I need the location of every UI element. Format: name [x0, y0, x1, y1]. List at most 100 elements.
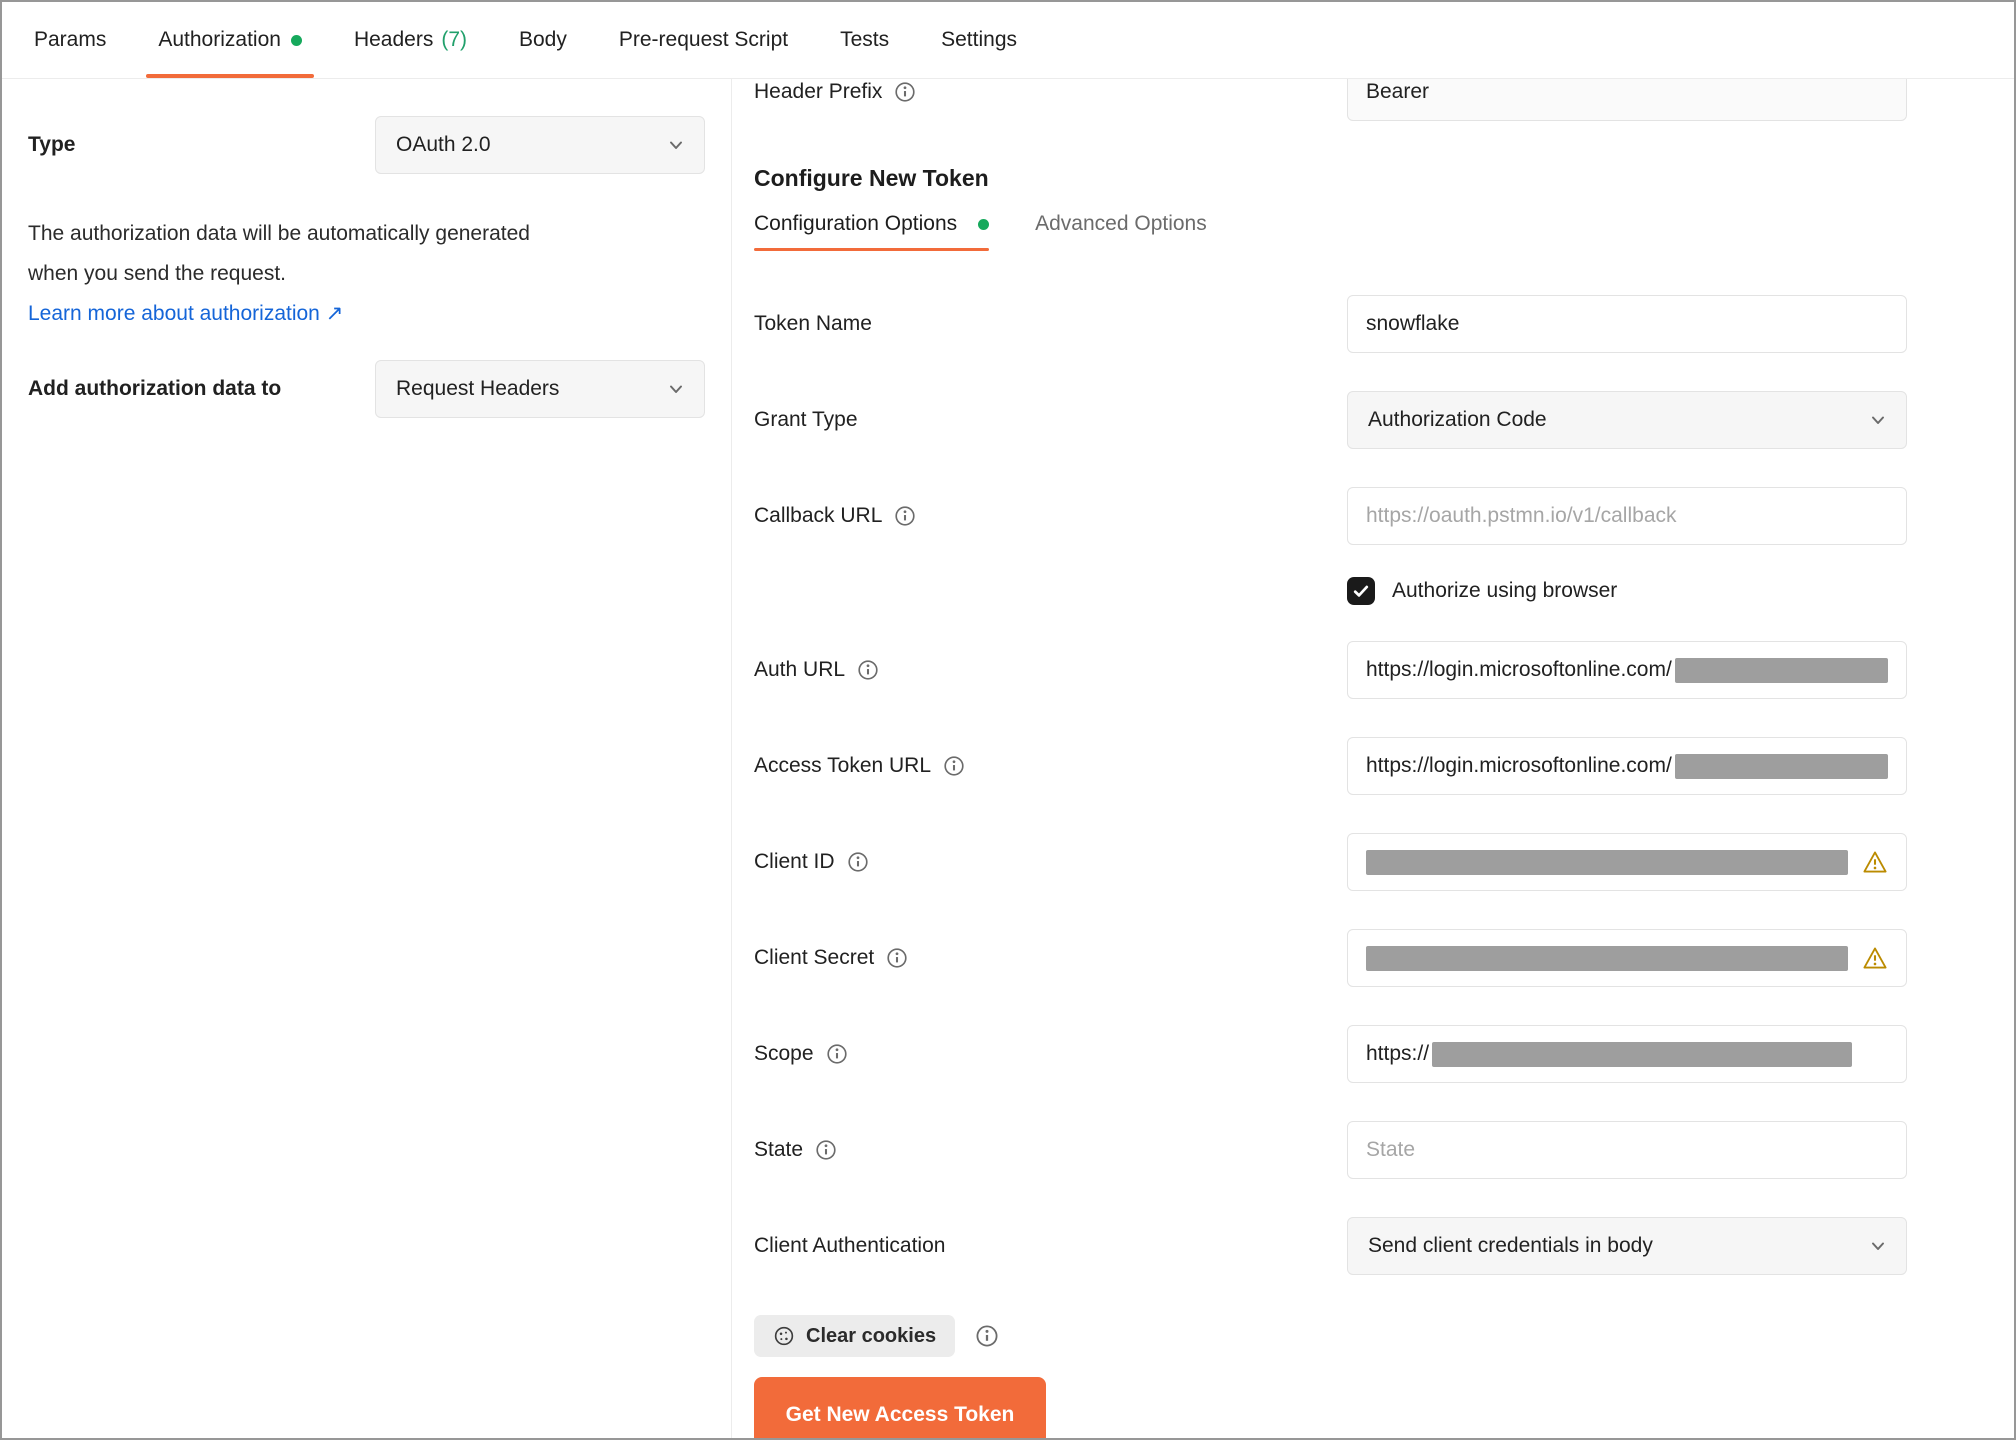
- auth-type-value: OAuth 2.0: [396, 133, 491, 156]
- tab-tests-label: Tests: [840, 28, 890, 51]
- info-icon[interactable]: [886, 947, 908, 969]
- redacted-value-bar: [1432, 1041, 1852, 1067]
- header-prefix-input[interactable]: Bearer: [1347, 79, 1907, 121]
- client-secret-input[interactable]: [1347, 929, 1907, 987]
- checkmark-icon: [1353, 585, 1369, 597]
- headers-count-badge: (7): [441, 28, 467, 51]
- client-authentication-select[interactable]: Send client credentials in body: [1347, 1217, 1907, 1275]
- auth-settings-pane: Type OAuth 2.0 The authorization data wi…: [2, 79, 732, 1438]
- learn-more-link[interactable]: Learn more about authorization: [28, 302, 320, 325]
- grant-type-select[interactable]: Authorization Code: [1347, 391, 1907, 449]
- grant-type-label: Grant Type: [754, 408, 858, 431]
- tab-configuration-options-label: Configuration Options: [754, 212, 958, 235]
- auth-description-line2: when you send the request.: [28, 262, 287, 285]
- tab-body-label: Body: [519, 28, 567, 51]
- chevron-down-icon: [670, 141, 682, 149]
- state-placeholder: State: [1366, 1138, 1416, 1161]
- tab-headers-label: Headers: [353, 28, 434, 51]
- scope-input[interactable]: https://: [1347, 1025, 1907, 1083]
- redacted-value-bar: [1366, 945, 1848, 971]
- learn-more-row: Learn more about authorization ↗: [28, 294, 705, 334]
- info-icon[interactable]: [943, 755, 965, 777]
- token-config-tabs: Configuration Options Advanced Options: [754, 212, 2014, 251]
- callback-url-input[interactable]: https://oauth.pstmn.io/v1/callback: [1347, 487, 1907, 545]
- authorize-browser-label[interactable]: Authorize using browser: [1392, 579, 1617, 603]
- cookie-icon: [774, 1326, 794, 1346]
- state-row: State State: [754, 1121, 2014, 1179]
- configure-new-token-title: Configure New Token: [754, 165, 989, 191]
- auth-url-value: https://login.microsoftonline.com/: [1366, 658, 1672, 681]
- tab-params[interactable]: Params: [8, 2, 132, 78]
- redacted-value-bar: [1674, 753, 1888, 779]
- info-icon[interactable]: [857, 659, 879, 681]
- token-name-label: Token Name: [754, 312, 872, 335]
- tab-advanced-options[interactable]: Advanced Options: [1035, 212, 1207, 251]
- header-prefix-label: Header Prefix: [754, 80, 883, 103]
- clear-cookies-button[interactable]: Clear cookies: [754, 1315, 956, 1357]
- info-icon[interactable]: [826, 1043, 848, 1065]
- grant-type-value: Authorization Code: [1368, 408, 1547, 431]
- tab-pre-request-script[interactable]: Pre-request Script: [593, 2, 814, 78]
- header-prefix-row: Header Prefix Bearer: [754, 79, 2014, 121]
- callback-url-placeholder: https://oauth.pstmn.io/v1/callback: [1366, 504, 1677, 527]
- auth-type-row: Type OAuth 2.0: [28, 116, 705, 174]
- auth-type-label: Type: [28, 133, 76, 156]
- tab-configuration-options[interactable]: Configuration Options: [754, 212, 990, 251]
- info-icon[interactable]: [847, 851, 869, 873]
- info-icon[interactable]: [815, 1139, 837, 1161]
- get-new-access-token-button[interactable]: Get New Access Token: [754, 1377, 1046, 1438]
- client-secret-row: Client Secret: [754, 929, 2014, 987]
- auth-url-row: Auth URL https://login.microsoftonline.c…: [754, 641, 2014, 699]
- warning-icon[interactable]: [1862, 945, 1888, 971]
- info-icon[interactable]: [975, 1324, 999, 1348]
- add-auth-data-row: Add authorization data to Request Header…: [28, 360, 705, 418]
- info-icon[interactable]: [894, 505, 916, 527]
- state-input[interactable]: State: [1347, 1121, 1907, 1179]
- access-token-url-input[interactable]: https://login.microsoftonline.com/: [1347, 737, 1907, 795]
- token-name-value: snowflake: [1366, 312, 1460, 335]
- clear-cookies-row: Clear cookies: [754, 1315, 2014, 1357]
- client-authentication-row: Client Authentication Send client creden…: [754, 1217, 2014, 1275]
- add-auth-data-select[interactable]: Request Headers: [375, 360, 705, 418]
- authorize-browser-row: Authorize using browser: [1347, 577, 2014, 605]
- auth-description-line1: The authorization data will be automatic…: [28, 222, 530, 245]
- scope-label: Scope: [754, 1042, 814, 1065]
- token-name-label-wrap: Token Name: [754, 312, 1347, 336]
- add-auth-data-value: Request Headers: [396, 377, 560, 400]
- chevron-down-icon: [1872, 416, 1884, 424]
- add-auth-data-label: Add authorization data to: [28, 377, 282, 400]
- auth-description-text: The authorization data will be automatic…: [28, 214, 705, 294]
- tab-authorization[interactable]: Authorization: [132, 2, 328, 78]
- get-new-access-token-label: Get New Access Token: [785, 1402, 1015, 1426]
- chevron-down-icon: [1872, 1242, 1884, 1250]
- header-prefix-value: Bearer: [1366, 80, 1430, 103]
- tab-headers[interactable]: Headers (7): [328, 2, 493, 78]
- external-link-icon: ↗: [325, 302, 344, 325]
- access-token-url-value: https://login.microsoftonline.com/: [1366, 754, 1672, 777]
- auth-type-select[interactable]: OAuth 2.0: [375, 116, 705, 174]
- auth-url-input[interactable]: https://login.microsoftonline.com/: [1347, 641, 1907, 699]
- authorize-browser-checkbox[interactable]: [1347, 577, 1375, 605]
- clear-cookies-label: Clear cookies: [806, 1324, 937, 1347]
- access-token-url-row: Access Token URL https://login.microsoft…: [754, 737, 2014, 795]
- info-icon[interactable]: [894, 81, 916, 103]
- scope-label-wrap: Scope: [754, 1042, 1347, 1066]
- configuration-status-dot-icon: [978, 218, 990, 230]
- tab-params-label: Params: [34, 28, 107, 51]
- auth-url-label-wrap: Auth URL: [754, 658, 1347, 682]
- client-id-input[interactable]: [1347, 833, 1907, 891]
- tab-authorization-label: Authorization: [158, 28, 281, 51]
- warning-icon[interactable]: [1862, 849, 1888, 875]
- header-prefix-label-wrap: Header Prefix: [754, 80, 1347, 104]
- redacted-value-bar: [1674, 657, 1888, 683]
- client-authentication-value: Send client credentials in body: [1368, 1234, 1653, 1257]
- request-tab-bar: Params Authorization Headers (7) Body Pr…: [2, 2, 2014, 79]
- tab-tests[interactable]: Tests: [814, 2, 915, 78]
- grant-type-row: Grant Type Authorization Code: [754, 391, 2014, 449]
- tab-settings[interactable]: Settings: [915, 2, 1043, 78]
- callback-url-label-wrap: Callback URL: [754, 504, 1347, 528]
- token-name-input[interactable]: snowflake: [1347, 295, 1907, 353]
- tab-body[interactable]: Body: [493, 2, 593, 78]
- scope-row: Scope https://: [754, 1025, 2014, 1083]
- access-token-url-label: Access Token URL: [754, 754, 932, 777]
